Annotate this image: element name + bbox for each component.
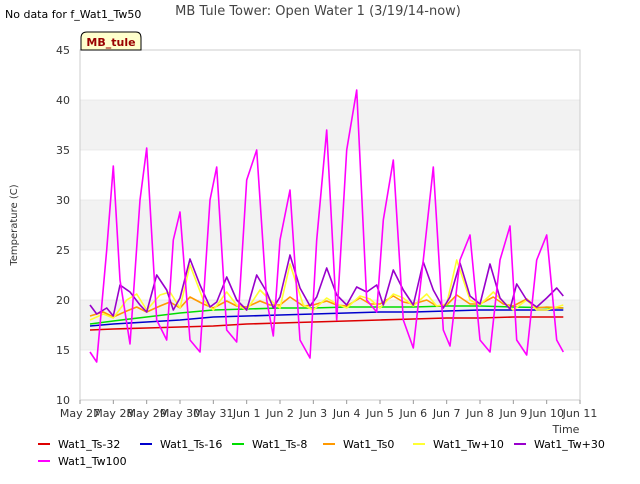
legend-label: Wat1_Ts-32 [58, 438, 120, 451]
y-axis-label: Temperature (C) [9, 184, 20, 266]
y-tick-label: 15 [56, 344, 70, 357]
x-tick-label: Jun 2 [265, 407, 294, 420]
x-tick-label: Jun 9 [498, 407, 527, 420]
plot-bands [80, 100, 580, 350]
legend-item: Wat1_Ts-16 [140, 438, 222, 451]
legend-label: Wat1_Tw+30 [534, 438, 605, 451]
legend-item: Wat1_Tw100 [38, 455, 127, 468]
legend: Wat1_Ts-32 Wat1_Ts-16 Wat1_Ts-8 Wat1_Ts0 Wat… [38, 438, 605, 468]
y-tick-label: 35 [56, 144, 70, 157]
x-axis-label: Time [552, 423, 580, 436]
legend-label: Wat1_Ts-8 [252, 438, 307, 451]
site-badge: MB_tule [80, 31, 142, 51]
x-tick-label: Jun 4 [332, 407, 361, 420]
x-tick-label: Jun 6 [398, 407, 427, 420]
x-tick-label: May 31 [193, 407, 233, 420]
x-tick-label: Jun 5 [365, 407, 394, 420]
legend-label: Wat1_Ts0 [343, 438, 394, 451]
x-tick-label: Jun 11 [562, 407, 598, 420]
legend-item: Wat1_Tw+30 [514, 438, 605, 451]
chart-svg: No data for f_Wat1_Tw50 MB Tule Tower: O… [5, 4, 605, 468]
x-tick-label: Jun 1 [232, 407, 261, 420]
legend-item: Wat1_Ts-32 [38, 438, 120, 451]
plot-band [80, 100, 580, 150]
x-tick-label: Jun 7 [432, 407, 461, 420]
no-data-note: No data for f_Wat1_Tw50 [5, 8, 141, 21]
legend-item: Wat1_Ts0 [323, 438, 394, 451]
legend-item: Wat1_Tw+10 [413, 438, 504, 451]
y-tick-label: 10 [56, 394, 70, 407]
legend-item: Wat1_Ts-8 [232, 438, 307, 451]
y-tick-label: 40 [56, 94, 70, 107]
y-tick-label: 20 [56, 294, 70, 307]
plot-area [79, 49, 581, 401]
y-tick-label: 30 [56, 194, 70, 207]
legend-label: Wat1_Tw100 [58, 455, 127, 468]
x-tick-label: Jun 8 [465, 407, 494, 420]
y-tick-label: 45 [56, 44, 70, 57]
chart-title: MB Tule Tower: Open Water 1 (3/19/14-now… [175, 4, 461, 19]
x-tick-label: Jun 3 [298, 407, 327, 420]
x-axis-ticks: May 27May 28May 29May 30May 31 Jun 1 Jun 2… [60, 400, 597, 420]
legend-label: Wat1_Tw+10 [433, 438, 504, 451]
y-tick-label: 25 [56, 244, 70, 257]
legend-label: Wat1_Ts-16 [160, 438, 222, 451]
x-tick-label: Jun 10 [528, 407, 564, 420]
y-axis-ticks: 10 15 20 25 30 35 40 45 [56, 44, 70, 407]
chart-root: No data for f_Wat1_Tw50 MB Tule Tower: O… [0, 0, 640, 480]
site-badge-label: MB_tule [86, 36, 135, 49]
